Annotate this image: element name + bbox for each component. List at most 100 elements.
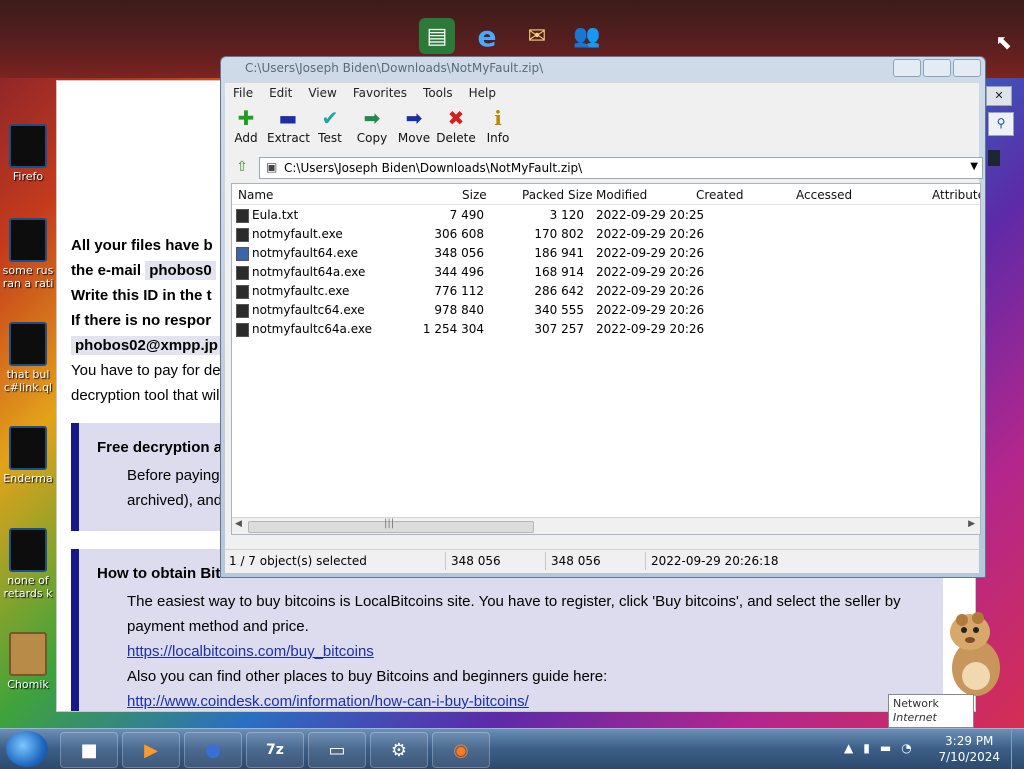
file-packed: 170 802 xyxy=(534,227,584,241)
move-button[interactable]: ➡ Move xyxy=(393,105,435,153)
status-selection: 1 / 7 object(s) selected xyxy=(229,554,367,568)
app-icon xyxy=(9,124,47,168)
file-list[interactable]: Name Size Packed Size Modified Created A… xyxy=(231,183,981,535)
file-size: 344 496 xyxy=(434,265,484,279)
file-packed: 3 120 xyxy=(549,208,584,222)
chevron-down-icon[interactable]: ▼ xyxy=(970,161,978,172)
table-row[interactable]: notmyfault64a.exe 344 496 168 914 2022-0… xyxy=(232,263,980,282)
column-accessed[interactable]: Accessed xyxy=(796,188,852,202)
clock[interactable]: 3:29 PM 7/10/2024 xyxy=(938,733,1000,765)
desktop-icon-rus[interactable]: some rus ran a rati xyxy=(2,218,54,290)
installer-icon[interactable]: ⚙ xyxy=(370,732,428,768)
file-size: 978 840 xyxy=(434,303,484,317)
messenger-icon[interactable]: 👥 xyxy=(569,18,605,54)
file-icon xyxy=(236,266,249,280)
desktop-icon-firefox[interactable]: Firefo xyxy=(2,124,54,183)
app-icon xyxy=(9,632,47,676)
column-packed-size[interactable]: Packed Size xyxy=(522,188,593,202)
browser-close-icon[interactable]: ✕ xyxy=(986,86,1012,106)
test-button[interactable]: ✔ Test xyxy=(309,105,351,153)
ie-icon[interactable]: e xyxy=(469,18,505,54)
table-row-selected[interactable]: notmyfault64.exe 348 056 186 941 2022-09… xyxy=(232,244,980,263)
desktop-icon-link[interactable]: that bul c#link.ql xyxy=(2,322,54,394)
desktop-icon-label: Firefo xyxy=(12,170,44,183)
table-row[interactable]: notmyfaultc64a.exe 1 254 304 307 257 202… xyxy=(232,320,980,339)
mail-icon[interactable]: ✉ xyxy=(519,18,555,54)
column-created[interactable]: Created xyxy=(696,188,744,202)
file-icon xyxy=(236,247,249,261)
maximize-button[interactable] xyxy=(923,59,951,77)
file-modified: 2022-09-29 20:26 xyxy=(596,227,705,241)
search-icon[interactable]: ⚲ xyxy=(988,112,1014,136)
scroll-right-icon[interactable]: ▶ xyxy=(968,519,975,529)
chevron-up-icon[interactable]: ▲ xyxy=(844,741,853,755)
file-modified: 2022-09-29 20:26 xyxy=(596,246,705,260)
delete-button[interactable]: ✖ Delete xyxy=(435,105,477,153)
coindesk-link[interactable]: http://www.coindesk.com/information/how-… xyxy=(127,693,529,710)
ransom-line-4: If there is no respor xyxy=(71,312,212,329)
scroll-grip-icon: ||| xyxy=(384,518,395,529)
file-packed: 286 642 xyxy=(534,284,584,298)
folder-up-icon[interactable]: ⇧ xyxy=(231,159,253,177)
info-button[interactable]: i Info xyxy=(477,105,519,153)
scroll-left-icon[interactable]: ◀ xyxy=(235,519,242,529)
file-size: 7 490 xyxy=(449,208,484,222)
desktop-icon-chomik[interactable]: Chomik xyxy=(2,632,54,691)
file-name: notmyfault.exe xyxy=(252,227,343,241)
table-row[interactable]: notmyfaultc.exe 776 112 286 642 2022-09-… xyxy=(232,282,980,301)
display-icon[interactable]: ▬ xyxy=(880,741,891,755)
add-button[interactable]: ✚ Add xyxy=(225,105,267,153)
menu-favorites[interactable]: Favorites xyxy=(345,83,415,103)
app-icon xyxy=(9,218,47,262)
menu-view[interactable]: View xyxy=(300,83,344,103)
app-icon xyxy=(9,528,47,572)
delete-icon: ✖ xyxy=(447,106,465,130)
minimize-button[interactable] xyxy=(893,59,921,77)
file-rows: Eula.txt 7 490 3 120 2022-09-29 20:25 no… xyxy=(232,206,980,339)
ransom-line-2: the e-mail phobos0 xyxy=(71,261,216,280)
network-icon[interactable]: ◔ xyxy=(901,741,911,755)
menu-file[interactable]: File xyxy=(225,83,261,103)
terminal-icon[interactable]: ■ xyxy=(60,732,118,768)
horizontal-scrollbar[interactable]: ◀ ||| ▶ xyxy=(232,517,980,534)
menu-edit[interactable]: Edit xyxy=(261,83,300,103)
column-name[interactable]: Name xyxy=(238,188,273,202)
7zip-client: File Edit View Favorites Tools Help ✚ Ad… xyxy=(225,83,983,573)
menu-help[interactable]: Help xyxy=(461,83,504,103)
7zip-titlebar[interactable]: C:\Users\Joseph Biden\Downloads\NotMyFau… xyxy=(221,57,985,81)
address-field[interactable]: ▣ C:\Users\Joseph Biden\Downloads\NotMyF… xyxy=(259,157,983,179)
localbitcoins-link[interactable]: https://localbitcoins.com/buy_bitcoins xyxy=(127,643,374,660)
globe-icon[interactable]: ● xyxy=(184,732,242,768)
copy-button[interactable]: ➡ Copy xyxy=(351,105,393,153)
show-desktop-button[interactable] xyxy=(1011,729,1024,769)
desktop-icon-enderman[interactable]: Enderma xyxy=(2,426,54,485)
file-name: notmyfault64.exe xyxy=(252,246,359,260)
column-size[interactable]: Size xyxy=(462,188,487,202)
device-icon[interactable]: ▮ xyxy=(863,741,870,755)
extract-button[interactable]: ▬ Extract xyxy=(267,105,310,153)
app-icon xyxy=(9,322,47,366)
ransom-email-highlight: phobos0 xyxy=(145,261,216,280)
add-icon: ✚ xyxy=(237,106,255,130)
file-icon xyxy=(236,228,249,242)
close-button[interactable] xyxy=(953,59,981,77)
column-modified[interactable]: Modified xyxy=(596,188,647,202)
firefox-icon[interactable]: ◉ xyxy=(432,732,490,768)
desktop-icon-label: that bul c#link.ql xyxy=(3,368,53,394)
desktop-icon-retards[interactable]: none of retards k xyxy=(2,528,54,600)
table-row[interactable]: Eula.txt 7 490 3 120 2022-09-29 20:25 xyxy=(232,206,980,225)
column-attribute[interactable]: Attribute xyxy=(932,188,980,202)
table-row[interactable]: notmyfault.exe 306 608 170 802 2022-09-2… xyxy=(232,225,980,244)
status-divider xyxy=(545,552,546,570)
ransom-jabber-highlight: phobos02@xmpp.jp xyxy=(71,336,222,355)
toolbar: ✚ Add ▬ Extract ✔ Test ➡ Copy ➡ Move ✖ D… xyxy=(225,105,979,155)
obtain-bitcoin-title: How to obtain Bit xyxy=(97,565,221,582)
notepad-icon[interactable]: ▤ xyxy=(419,18,455,54)
monitor-icon[interactable]: ▭ xyxy=(308,732,366,768)
obtain-bitcoin-paragraph-1: The easiest way to buy bitcoins is Local… xyxy=(127,593,901,635)
table-row[interactable]: notmyfaultc64.exe 978 840 340 555 2022-0… xyxy=(232,301,980,320)
start-button[interactable] xyxy=(6,731,48,767)
media-player-icon[interactable]: ▶ xyxy=(122,732,180,768)
menu-tools[interactable]: Tools xyxy=(415,83,461,103)
7zip-icon[interactable]: 7z xyxy=(246,732,304,768)
